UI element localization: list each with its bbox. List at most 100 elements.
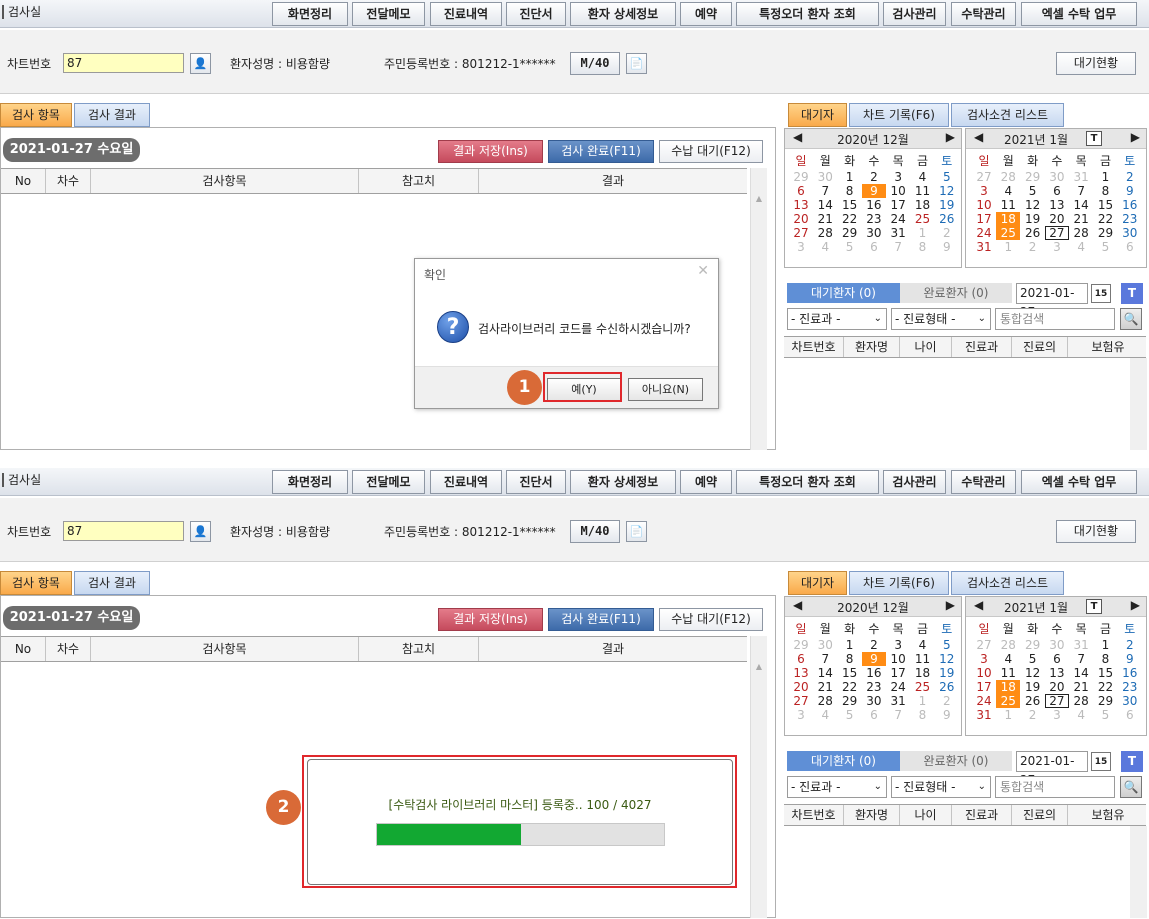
calendar-day[interactable]: 29 [1021,170,1045,184]
tab-waiting-patients[interactable]: 대기환자 (0) [787,283,900,303]
calendar-day[interactable]: 18 [996,680,1021,694]
toolbar-button-memo[interactable]: 전달메모 [352,2,425,26]
calendar-day[interactable]: 14 [1069,666,1093,680]
calendar-day[interactable]: 4 [911,638,935,652]
calendar-day[interactable]: 15 [838,666,862,680]
tab-exam-results[interactable]: 검사 결과 [74,571,150,595]
tab-waiting-patients[interactable]: 대기환자 (0) [787,751,900,771]
calendar-day[interactable]: 10 [886,184,910,198]
calendar-day[interactable]: 1 [996,240,1020,254]
calendar-day[interactable]: 12 [935,652,959,666]
calendar-day[interactable]: 21 [1069,680,1093,694]
calendar-day[interactable]: 5 [838,708,862,722]
search-icon[interactable]: 🔍 [1120,308,1142,330]
no-button[interactable]: 아니요(N) [628,378,703,401]
calendar-day[interactable]: 16 [862,198,886,212]
calendar-day[interactable]: 19 [935,666,959,680]
calendar-day[interactable]: 3 [1045,240,1069,254]
calendar-day[interactable]: 7 [1069,652,1093,666]
calendar-day[interactable]: 24 [886,212,910,226]
calendar-day[interactable]: 31 [972,708,996,722]
calendar-day[interactable]: 21 [813,212,837,226]
calendar-day[interactable]: 20 [789,212,813,226]
tab-chart-record[interactable]: 차트 기록(F6) [849,571,949,595]
toolbar-button-diagnosis[interactable]: 진단서 [506,2,566,26]
toolbar-button-patient-detail[interactable]: 환자 상세정보 [570,2,676,26]
calendar-day[interactable]: 22 [838,680,862,694]
calendar-day[interactable]: 18 [996,212,1021,226]
calendar-day[interactable]: 1 [1094,638,1118,652]
calendar-day[interactable]: 1 [911,226,935,240]
exam-table-scrollbar[interactable]: ▲ [750,168,767,450]
calendar-day[interactable]: 7 [813,184,837,198]
calendar-day[interactable]: 23 [862,680,886,694]
calendar-day[interactable]: 2 [862,638,886,652]
today-t-button[interactable]: T [1121,751,1143,772]
calendar-day[interactable]: 29 [838,226,862,240]
scroll-up-icon[interactable]: ▲ [751,662,767,676]
today-t-button[interactable]: T [1121,283,1143,304]
toolbar-button-reservation[interactable]: 예약 [680,470,732,494]
calendar-day[interactable]: 7 [1069,184,1093,198]
tab-waiting[interactable]: 대기자 [788,571,847,595]
calendar-day[interactable]: 25 [911,680,935,694]
calendar-day[interactable]: 8 [1094,652,1118,666]
calendar-day[interactable]: 15 [838,198,862,212]
tab-done-patients[interactable]: 완료환자 (0) [900,751,1012,771]
waiting-date-input[interactable]: 2021-01-27 [1016,283,1088,319]
toolbar-button-history[interactable]: 진료내역 [430,2,502,26]
calendar-day[interactable]: 18 [911,198,935,212]
calendar-day[interactable]: 28 [996,638,1020,652]
calendar-day[interactable]: 8 [838,652,862,666]
calendar-day[interactable]: 6 [862,240,886,254]
calendar-day[interactable]: 17 [972,212,996,226]
calendar-day[interactable]: 29 [789,170,813,184]
calendar-day[interactable]: 26 [1021,226,1045,240]
calendar-day[interactable]: 4 [996,184,1020,198]
calendar-day[interactable]: 26 [1021,694,1045,708]
tab-exam-results[interactable]: 검사 결과 [74,103,150,127]
calendar-day[interactable]: 9 [861,184,886,198]
calendar-day[interactable]: 1 [838,638,862,652]
toolbar-button-reservation[interactable]: 예약 [680,2,732,26]
calendar-day[interactable]: 31 [1069,638,1093,652]
toolbar-button-history[interactable]: 진료내역 [430,470,502,494]
toolbar-button-consign-mgmt[interactable]: 수탁관리 [951,470,1016,494]
calendar-day[interactable]: 15 [1094,198,1118,212]
calendar-day[interactable]: 28 [813,694,837,708]
calendar-day[interactable]: 30 [1045,638,1069,652]
calendar-day[interactable]: 19 [1021,680,1045,694]
toolbar-button-order-query[interactable]: 특정오더 환자 조회 [736,2,879,26]
today-button[interactable]: T [1086,599,1102,614]
calendar-day[interactable]: 14 [1069,198,1093,212]
calendar-day[interactable]: 4 [996,652,1020,666]
calendar-day[interactable]: 4 [911,170,935,184]
calendar-day[interactable]: 13 [789,198,813,212]
calendar-day[interactable]: 29 [1021,638,1045,652]
calendar-day[interactable]: 23 [862,212,886,226]
department-select[interactable]: - 진료과 - ⌄ [787,308,887,330]
tab-exam-items[interactable]: 검사 항목 [0,103,72,127]
calendar-day[interactable]: 16 [1118,198,1142,212]
waiting-date-input[interactable]: 2021-01-27 [1016,751,1088,787]
calendar-day[interactable]: 17 [886,666,910,680]
calendar-day[interactable]: 2 [1021,240,1045,254]
calendar-day[interactable]: 7 [886,240,910,254]
calendar-day[interactable]: 8 [911,708,935,722]
calendar-day[interactable]: 20 [1045,212,1069,226]
calendar-day[interactable]: 5 [935,638,959,652]
waiting-list-scrollbar[interactable] [1130,826,1147,918]
calendar-day[interactable]: 1 [911,694,935,708]
calendar-day[interactable]: 24 [972,694,996,708]
calendar-day[interactable]: 30 [862,694,886,708]
calendar-day[interactable]: 5 [1094,240,1118,254]
calendar-day[interactable]: 3 [789,240,813,254]
calendar-day[interactable]: 28 [1069,226,1093,240]
tab-exam-items[interactable]: 검사 항목 [0,571,72,595]
calendar-day[interactable]: 6 [789,184,813,198]
calendar-day[interactable]: 24 [972,226,996,240]
calendar-day[interactable]: 14 [813,666,837,680]
toolbar-button-clear[interactable]: 화면정리 [272,470,348,494]
calendar-day[interactable]: 2 [935,694,959,708]
patient-card-icon[interactable]: 📄 [626,53,647,74]
